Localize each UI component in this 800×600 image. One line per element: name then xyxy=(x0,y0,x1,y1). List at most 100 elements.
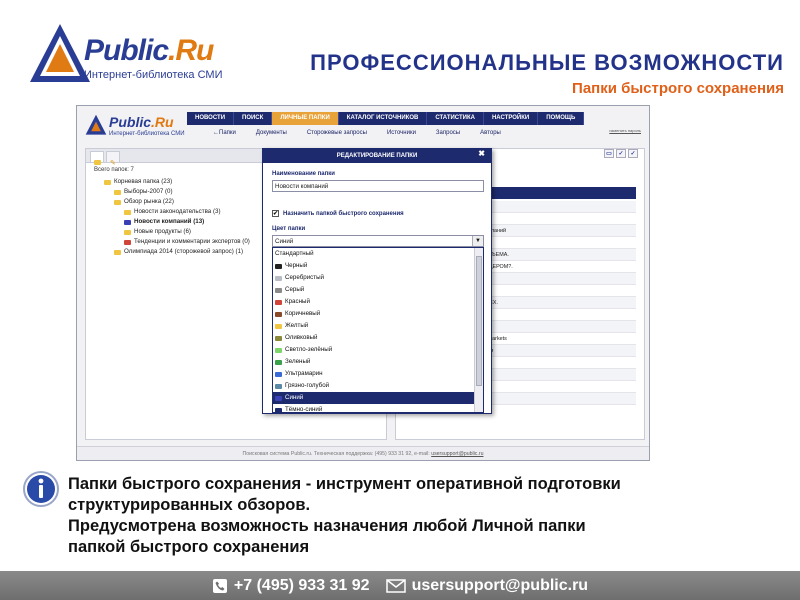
contact-email[interactable]: usersupport@public.ru xyxy=(385,577,588,595)
app-logo: Public.Ru Интернет-библиотека СМИ xyxy=(85,112,185,142)
nav-item[interactable]: ПОМОЩЬ xyxy=(538,112,585,125)
subnav-item[interactable]: Авторы xyxy=(470,127,511,139)
folder-name-label: Наименование папки xyxy=(272,171,335,177)
close-icon[interactable]: ✖ xyxy=(478,149,485,158)
slide-subtitle: Папки быстрого сохранения xyxy=(572,80,784,97)
color-option[interactable]: Стандартный xyxy=(273,248,483,260)
folder-icon xyxy=(124,209,131,215)
document-row[interactable] xyxy=(478,393,636,405)
info-description: Папки быстрого сохранения - инструмент о… xyxy=(68,474,768,558)
document-row[interactable]: ссия xyxy=(478,345,636,357)
contact-bar: +7 (495) 933 31 92 usersupport@public.ru xyxy=(0,571,800,600)
tab-folders[interactable] xyxy=(90,151,104,165)
folder-icon xyxy=(275,335,282,341)
color-options-list[interactable]: Стандартный Черный Серебристый Серый Красный… xyxy=(272,247,484,413)
subnav-item[interactable]: Сторожевые запросы xyxy=(297,127,377,139)
documents-header xyxy=(478,187,636,199)
phone-icon xyxy=(212,578,227,593)
document-row[interactable] xyxy=(478,309,636,321)
nav-item[interactable]: НАСТРОЙКИ xyxy=(484,112,539,125)
subnav-item[interactable]: Папки xyxy=(203,127,246,139)
nav-item[interactable]: КАТАЛОГ ИСТОЧНИКОВ xyxy=(339,112,428,125)
options-scrollbar[interactable] xyxy=(474,248,483,412)
nav-item[interactable]: СТАТИСТИКА xyxy=(427,112,484,125)
folder-icon xyxy=(275,287,282,293)
nav-item[interactable]: ЛИЧНЫЕ ПАПКИ xyxy=(272,112,339,125)
tab-edit[interactable]: ✎ xyxy=(106,151,120,167)
folder-icon xyxy=(275,347,282,353)
edit-folder-dialog: РЕДАКТИРОВАНИЕ ПАПКИ ✖ Наименование папк… xyxy=(262,148,492,414)
document-row[interactable]: АРДЕРОМ?. xyxy=(478,261,636,273)
nav-item[interactable]: ПОИСК xyxy=(234,112,273,125)
document-row[interactable] xyxy=(478,321,636,333)
color-option[interactable]: Тёмно-синий xyxy=(273,404,483,412)
color-option[interactable]: Грязно-голубой xyxy=(273,380,483,392)
document-row[interactable] xyxy=(478,381,636,393)
color-option[interactable]: Ультрамарин xyxy=(273,368,483,380)
color-option[interactable]: Коричневый xyxy=(273,308,483,320)
document-row[interactable]: О СЪЕМА. xyxy=(478,249,636,261)
mail-icon xyxy=(385,578,406,593)
document-row[interactable] xyxy=(478,369,636,381)
document-row[interactable] xyxy=(478,285,636,297)
folder-icon xyxy=(275,311,282,317)
subnav-item[interactable]: Документы xyxy=(246,127,297,139)
info-line: структурированных обзоров. xyxy=(68,496,311,514)
folder-icon xyxy=(275,263,282,269)
color-option[interactable]: Серый xyxy=(273,284,483,296)
subnav-item[interactable]: Запросы xyxy=(426,127,470,139)
info-line: Папки быстрого сохранения - инструмент о… xyxy=(68,475,621,493)
folder-icon xyxy=(275,407,282,412)
folder-icon xyxy=(124,229,131,235)
app-logo-icon xyxy=(85,114,107,135)
check-icon[interactable]: ✓ xyxy=(616,149,626,158)
folder-icon xyxy=(124,219,131,225)
document-row[interactable]: компаний xyxy=(478,225,636,237)
chevron-down-icon[interactable]: ▼ xyxy=(472,236,483,246)
folder-icon xyxy=(275,323,282,329)
color-option[interactable]: Светло-зелёный xyxy=(273,344,483,356)
folder-color-select[interactable]: Синий ▼ xyxy=(272,235,484,247)
view-icon[interactable]: ▭ xyxy=(604,149,614,158)
color-option[interactable]: Оливковый xyxy=(273,332,483,344)
color-option[interactable]: Зеленый xyxy=(273,356,483,368)
checkbox-check-icon[interactable]: ✔ xyxy=(272,210,279,217)
documents-toolbar: ▭ ✓ ✓ xyxy=(604,149,638,158)
info-line: Предусмотрена возможность назначения люб… xyxy=(68,517,586,535)
nav-item[interactable]: НОВОСТИ xyxy=(187,112,235,125)
document-row[interactable] xyxy=(478,273,636,285)
color-option[interactable]: Черный xyxy=(273,260,483,272)
publicru-logo: Public.Ru Интернет-библиотека СМИ xyxy=(28,22,223,92)
document-row[interactable] xyxy=(478,201,636,213)
contact-phone[interactable]: +7 (495) 933 31 92 xyxy=(212,577,370,595)
app-top-nav: НОВОСТИ ПОИСК ЛИЧНЫЕ ПАПКИ КАТАЛОГ ИСТОЧНИК… xyxy=(187,112,585,125)
document-row[interactable]: al Markets xyxy=(478,333,636,345)
folder-icon xyxy=(104,179,111,185)
color-option[interactable]: Серебристый xyxy=(273,272,483,284)
slide-title: ПРОФЕССИОНАЛЬНЫЕ ВОЗМОЖНОСТИ xyxy=(310,50,784,75)
change-password-link[interactable]: изменить пароль xyxy=(609,128,641,133)
folder-icon xyxy=(114,199,121,205)
document-row[interactable] xyxy=(478,213,636,225)
color-option[interactable]: Синий xyxy=(273,392,483,404)
folder-icon xyxy=(275,275,282,281)
quick-save-checkbox[interactable]: ✔ Назначить папкой быстрого сохранения xyxy=(272,210,404,217)
logo-wordmark: Public.Ru xyxy=(84,34,214,67)
dialog-header: РЕДАКТИРОВАНИЕ ПАПКИ ✖ xyxy=(263,149,491,163)
info-icon xyxy=(23,471,59,507)
folder-icon xyxy=(275,395,282,401)
document-row[interactable]: ю. xyxy=(478,237,636,249)
footer-email-link[interactable]: usersupport@public.ru xyxy=(431,451,483,457)
document-row[interactable]: ВСЕХ. xyxy=(478,297,636,309)
folder-icon xyxy=(275,299,282,305)
document-row[interactable] xyxy=(478,357,636,369)
folder-icon xyxy=(114,189,121,195)
folder-name-input[interactable]: Новости компаний xyxy=(272,180,484,192)
folder-icon xyxy=(275,371,282,377)
folder-icon xyxy=(114,249,121,255)
subnav-item[interactable]: Источники xyxy=(377,127,426,139)
check-all-icon[interactable]: ✓ xyxy=(628,149,638,158)
color-option[interactable]: Желтый xyxy=(273,320,483,332)
folder-color-label: Цвет папки xyxy=(272,226,306,232)
color-option[interactable]: Красный xyxy=(273,296,483,308)
